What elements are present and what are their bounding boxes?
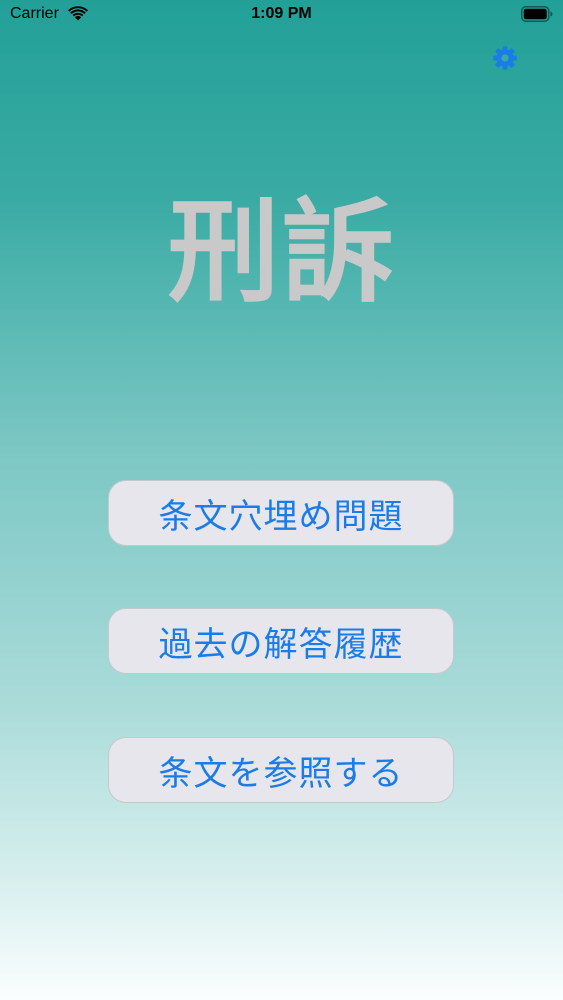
gear-icon [493, 46, 517, 70]
status-bar: Carrier 1:09 PM [0, 0, 563, 30]
clock: 1:09 PM [251, 5, 312, 22]
home-screen: Carrier 1:09 PM 刑訴 条文穴埋め問題 過去の解答履歴 条文を参照… [0, 0, 563, 1000]
fill-blank-quiz-button[interactable]: 条文穴埋め問題 [108, 480, 454, 546]
app-title: 刑訴 [167, 187, 396, 318]
battery-icon [521, 6, 553, 22]
answer-history-button[interactable]: 過去の解答履歴 [108, 608, 454, 674]
browse-articles-button[interactable]: 条文を参照する [108, 737, 454, 803]
settings-button[interactable] [492, 45, 518, 71]
